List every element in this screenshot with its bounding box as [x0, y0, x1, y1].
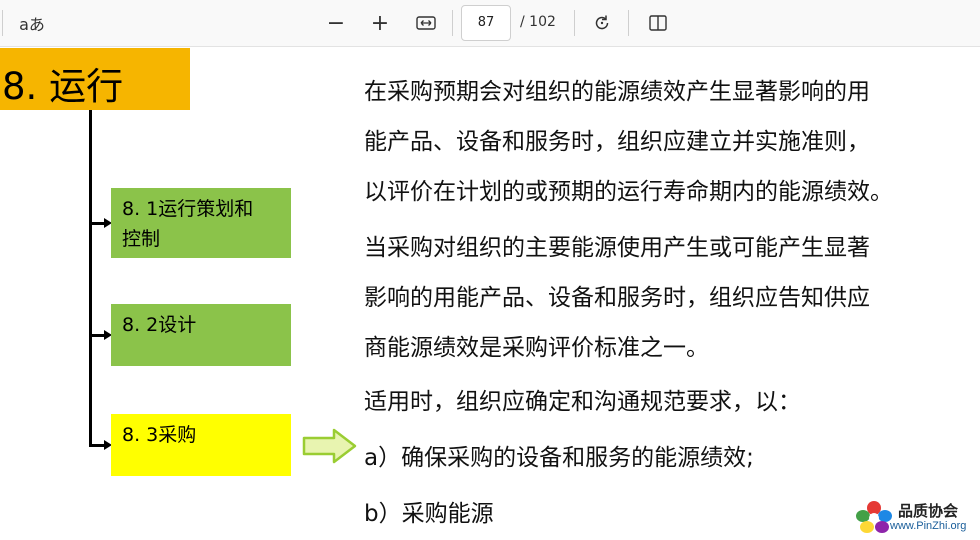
logo-name: 品质协会 — [898, 502, 959, 520]
section-box-label: 8. 3采购 — [122, 424, 197, 446]
rotate-button[interactable] — [590, 8, 614, 38]
page-total: / 102 — [520, 14, 556, 30]
toolbar-divider — [452, 10, 453, 36]
slide-title: 8. 运行 — [2, 65, 124, 108]
page-number-input[interactable]: 87 — [461, 5, 511, 41]
rotate-icon — [595, 15, 609, 30]
zoom-out-button[interactable]: − — [324, 8, 348, 38]
section-box-label-line: 控制 — [122, 228, 161, 250]
paragraph-line: 当采购对组织的主要能源使用产生或可能产生显著 — [364, 235, 870, 261]
paragraph-line: 商能源绩效是采购评价标准之一。 — [364, 335, 709, 361]
section-box-label: 8. 2设计 — [122, 314, 197, 336]
toolbar-divider — [628, 10, 629, 36]
pdf-toolbar: aあ − + 87 / 102 — [0, 0, 980, 47]
logo-url: www.PinZhi.org — [890, 520, 967, 532]
paragraph-line: 影响的用能产品、设备和服务时，组织应告知供应 — [364, 285, 870, 311]
read-aloud-button[interactable]: aあ — [14, 8, 50, 38]
section-box-label-line: 8. 1运行策划和 — [122, 198, 254, 220]
fit-to-width-button[interactable] — [413, 8, 439, 38]
two-page-view-icon — [649, 15, 667, 31]
paragraph-line: 在采购预期会对组织的能源绩效产生显著影响的用 — [364, 79, 870, 105]
zoom-in-button[interactable]: + — [368, 8, 392, 38]
paragraph-line: 适用时，组织应确定和沟通规范要求，以： — [364, 389, 801, 415]
tree-connector-line — [89, 110, 92, 446]
pointer-arrow-icon — [302, 428, 357, 464]
toolbar-divider — [574, 10, 575, 36]
page-view-button[interactable] — [646, 8, 670, 38]
list-item: a）确保采购的设备和服务的能源绩效; — [364, 445, 754, 471]
paragraph-line: 能产品、设备和服务时，组织应建立并实施准则， — [364, 129, 870, 155]
toolbar-divider — [2, 10, 3, 36]
section-box-label: 8. 1运行策划和 控制 — [122, 194, 253, 254]
fit-width-icon — [416, 16, 436, 30]
logo-flower-icon — [856, 501, 892, 533]
paragraph-line: 以评价在计划的或预期的运行寿命期内的能源绩效。 — [364, 179, 893, 205]
list-item: b）采购能源 — [364, 501, 494, 527]
